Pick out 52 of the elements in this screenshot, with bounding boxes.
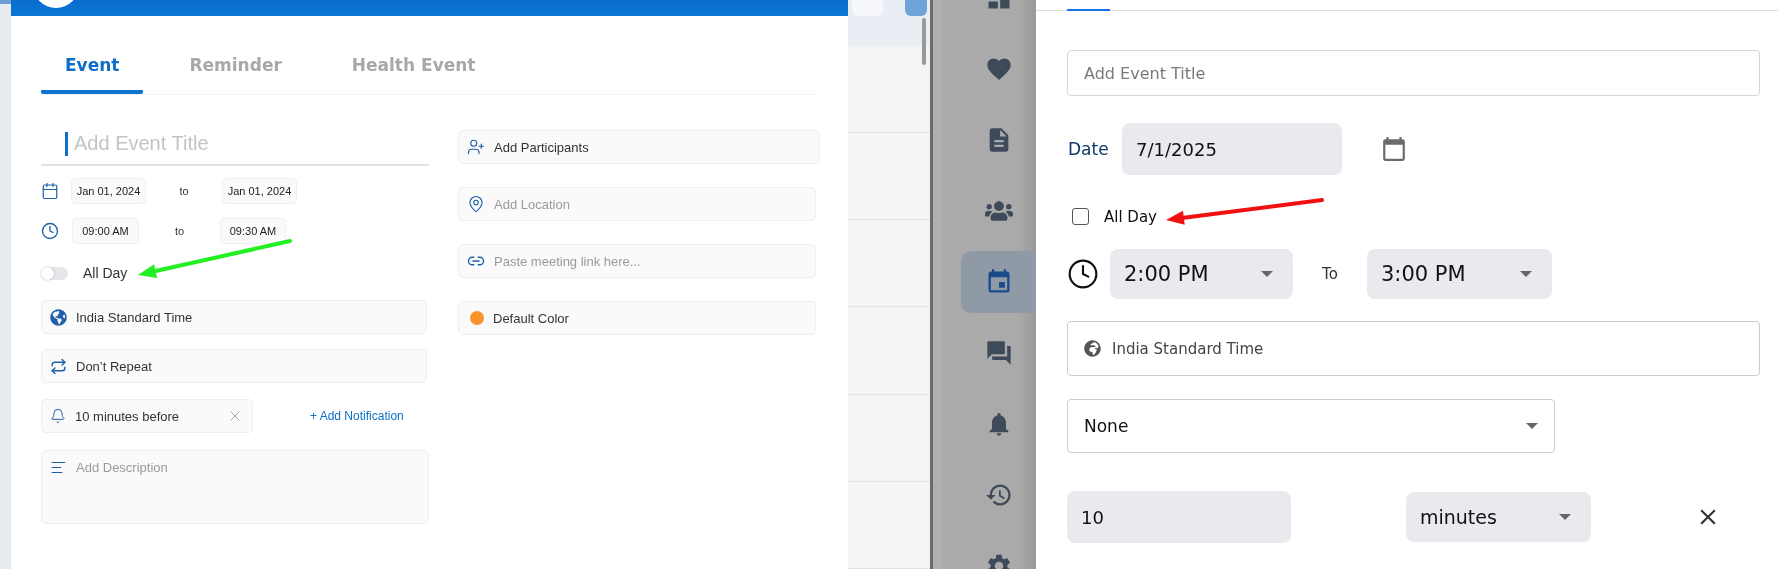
clock-icon bbox=[1067, 258, 1099, 290]
range-separator: to bbox=[173, 225, 186, 237]
location-pin-icon bbox=[467, 195, 485, 213]
notification-field[interactable]: 10 minutes before bbox=[41, 399, 253, 433]
active-tab-indicator bbox=[1067, 9, 1110, 11]
location-field[interactable]: Add Location bbox=[458, 187, 816, 221]
calendar-icon bbox=[41, 182, 59, 200]
start-date-field[interactable]: Jan 01, 2024 bbox=[71, 178, 146, 204]
text-lines-icon bbox=[50, 459, 67, 476]
repeat-select[interactable]: None bbox=[1067, 399, 1555, 453]
end-time-select[interactable]: 3:00 PM bbox=[1367, 249, 1552, 299]
range-separator: To bbox=[1321, 265, 1339, 283]
end-date-field[interactable]: Jan 01, 2024 bbox=[222, 178, 297, 204]
caret-icon bbox=[1261, 271, 1273, 277]
caret-icon bbox=[1520, 271, 1532, 277]
all-day-label: All Day bbox=[83, 265, 128, 281]
date-field[interactable]: 7/1/2025 bbox=[1122, 123, 1342, 175]
add-person-icon bbox=[467, 138, 485, 156]
end-time-field[interactable]: 09:30 AM bbox=[220, 218, 286, 244]
meeting-link-field[interactable]: Paste meeting link here... bbox=[458, 244, 816, 278]
title-field[interactable]: Add Event Title bbox=[1067, 50, 1760, 96]
tab[interactable]: Event bbox=[41, 40, 144, 94]
timezone-field[interactable]: India Standard Time bbox=[1067, 321, 1760, 376]
all-day-checkbox[interactable] bbox=[1072, 208, 1089, 225]
range-separator: to bbox=[178, 185, 190, 197]
reminder-unit-select[interactable]: minutes bbox=[1406, 492, 1591, 542]
sidebar-item[interactable] bbox=[961, 250, 1036, 313]
chat-icon bbox=[984, 338, 1013, 367]
scrollbar[interactable] bbox=[922, 18, 926, 65]
all-day-label: All Day bbox=[1104, 207, 1157, 226]
start-time-select[interactable]: 2:00 PM bbox=[1110, 249, 1293, 299]
participants-field[interactable]: Add Participants bbox=[458, 130, 820, 164]
date-label: Date bbox=[1067, 139, 1110, 159]
bell-icon bbox=[50, 408, 66, 424]
text-cursor bbox=[65, 132, 68, 156]
clock-icon bbox=[41, 222, 59, 240]
caret-icon bbox=[1526, 423, 1538, 429]
repeat-icon bbox=[50, 357, 67, 375]
calendar-icon[interactable] bbox=[1381, 136, 1407, 162]
repeat-field[interactable]: Don’t Repeat bbox=[41, 349, 427, 383]
toolbar-button[interactable] bbox=[905, 0, 927, 16]
globe-icon bbox=[1084, 340, 1101, 357]
all-day-toggle[interactable] bbox=[41, 266, 68, 280]
color-field[interactable]: Default Color bbox=[458, 301, 816, 335]
add-notification-link[interactable]: + Add Notification bbox=[310, 409, 404, 423]
description-field[interactable]: Add Description bbox=[41, 450, 429, 524]
start-time-field[interactable]: 09:00 AM bbox=[72, 218, 139, 244]
reminder-amount-field[interactable]: 10 bbox=[1067, 491, 1291, 543]
globe-icon bbox=[50, 308, 67, 326]
title-field[interactable]: Add Event Title bbox=[41, 123, 429, 166]
timezone-field[interactable]: India Standard Time bbox=[41, 300, 427, 334]
caret-icon bbox=[1559, 514, 1571, 520]
